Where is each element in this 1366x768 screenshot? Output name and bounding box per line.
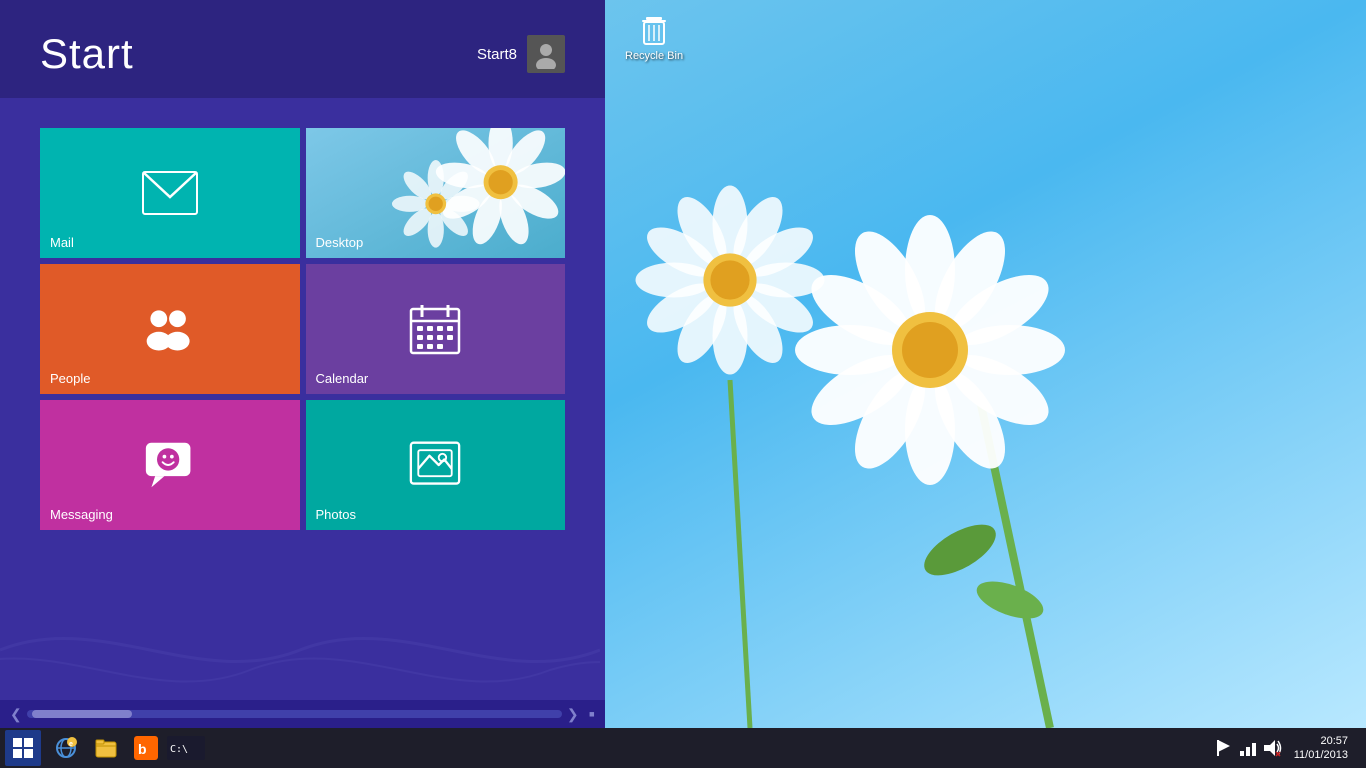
- calendar-icon: [409, 303, 461, 355]
- cmd-icon: C:\: [167, 736, 205, 760]
- taskbar-clock[interactable]: 20:57 11/01/2013: [1286, 734, 1356, 763]
- network-icon[interactable]: [1238, 738, 1258, 758]
- tile-messaging-label: Messaging: [50, 507, 113, 522]
- windows-logo-icon: [13, 738, 33, 758]
- people-icon: [142, 301, 198, 357]
- tile-calendar-label: Calendar: [316, 371, 369, 386]
- photos-icon: [409, 439, 461, 491]
- tile-mail[interactable]: Mail: [40, 128, 300, 258]
- bing-icon: b: [134, 736, 158, 760]
- tile-people-label: People: [50, 371, 90, 386]
- tile-messaging[interactable]: Messaging: [40, 400, 300, 530]
- ie-icon: e: [54, 736, 78, 760]
- tile-people[interactable]: People: [40, 264, 300, 394]
- start-title: Start: [40, 30, 134, 78]
- taskbar-bing-button[interactable]: b: [127, 730, 165, 766]
- tile-mail-label: Mail: [50, 235, 74, 250]
- taskbar-cmd-button[interactable]: C:\: [167, 730, 205, 766]
- explorer-icon: [94, 736, 118, 760]
- scroll-area: ❮ ❯ ▪: [0, 700, 605, 728]
- tile-calendar[interactable]: Calendar: [306, 264, 566, 394]
- svg-text:b: b: [138, 741, 147, 757]
- taskbar-explorer-button[interactable]: [87, 730, 125, 766]
- scroll-close-button[interactable]: ▪: [589, 704, 595, 725]
- volume-icon[interactable]: [1262, 738, 1282, 758]
- taskbar-system-tray: 20:57 11/01/2013: [1214, 734, 1361, 763]
- clock-date: 11/01/2013: [1294, 748, 1348, 762]
- tile-photos[interactable]: Photos: [306, 400, 566, 530]
- scrollbar-track[interactable]: [27, 710, 562, 718]
- flag-icon[interactable]: [1214, 738, 1234, 758]
- scroll-left-button[interactable]: ❮: [10, 706, 22, 723]
- scrollbar-thumb[interactable]: [32, 710, 132, 718]
- tile-desktop[interactable]: Desktop: [306, 128, 566, 258]
- start-panel: Start Start8 Mail: [0, 0, 605, 728]
- avatar-icon: [531, 39, 561, 69]
- messaging-icon: [144, 439, 196, 491]
- mail-icon: [142, 171, 198, 215]
- recycle-bin-label: Recycle Bin: [625, 50, 683, 62]
- username-label: Start8: [477, 46, 517, 63]
- user-area[interactable]: Start8: [477, 35, 565, 73]
- svg-text:C:\: C:\: [170, 744, 188, 755]
- user-avatar[interactable]: [527, 35, 565, 73]
- start-header: Start Start8: [0, 0, 605, 98]
- taskbar-start-button[interactable]: [5, 730, 41, 766]
- recycle-bin-icon: [638, 15, 670, 47]
- clock-time: 20:57: [1320, 734, 1348, 748]
- recycle-bin[interactable]: Recycle Bin: [625, 15, 683, 62]
- tile-photos-label: Photos: [316, 507, 356, 522]
- taskbar-ie-button[interactable]: e: [47, 730, 85, 766]
- tiles-area: Mail: [0, 98, 605, 700]
- taskbar: e b C:\: [0, 728, 1366, 768]
- tile-desktop-label: Desktop: [316, 235, 364, 250]
- svg-text:e: e: [69, 741, 73, 748]
- scroll-right-button[interactable]: ❯: [567, 706, 579, 723]
